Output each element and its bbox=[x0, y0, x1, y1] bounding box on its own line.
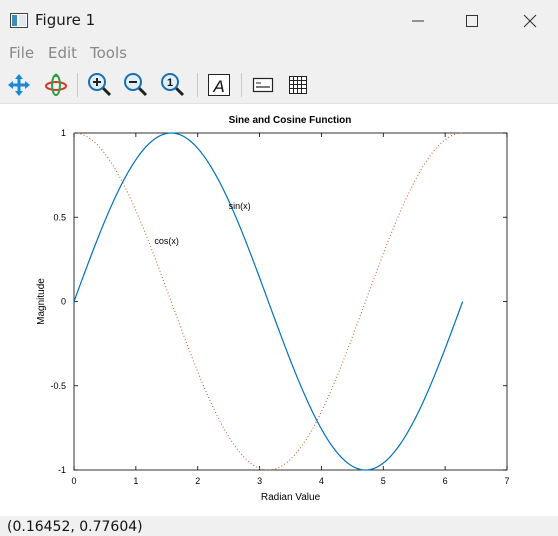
x-tick-label: 2 bbox=[195, 476, 200, 486]
maximize-icon[interactable] bbox=[452, 8, 492, 34]
x-tick-label: 4 bbox=[319, 476, 324, 486]
close-icon[interactable] bbox=[510, 8, 550, 34]
coordinate-readout: (0.16452, 0.77604) bbox=[7, 519, 143, 535]
title-bar: Figure 1 bbox=[0, 0, 558, 41]
y-tick-label: -0.5 bbox=[50, 381, 66, 391]
toolbar-separator bbox=[241, 73, 242, 97]
y-tick-label: 0 bbox=[61, 297, 66, 307]
pan-icon[interactable] bbox=[5, 71, 33, 99]
y-tick-label: 1 bbox=[61, 128, 66, 138]
svg-text:1: 1 bbox=[167, 77, 173, 89]
x-tick-label: 5 bbox=[381, 476, 386, 486]
legend-icon[interactable] bbox=[249, 71, 277, 99]
x-axis-label: Radian Value bbox=[261, 492, 321, 503]
chart-title: Sine and Cosine Function bbox=[229, 115, 352, 126]
axes-box[interactable] bbox=[73, 132, 508, 471]
sin-annotation: sin(x) bbox=[229, 201, 251, 211]
x-tick-label: 7 bbox=[504, 476, 509, 486]
cos-annotation: cos(x) bbox=[154, 236, 179, 246]
window-title: Figure 1 bbox=[35, 11, 96, 29]
x-tick-label: 3 bbox=[257, 476, 262, 486]
y-tick-label: -1 bbox=[58, 465, 66, 475]
y-tick-label: 0.5 bbox=[53, 212, 66, 222]
minimize-icon[interactable] bbox=[398, 8, 438, 34]
menu-edit[interactable]: Edit bbox=[48, 44, 77, 62]
text-icon[interactable]: A bbox=[205, 71, 233, 99]
plot-svg: Sine and Cosine Function 0 1 2 3 4 5 6 7 -1 -0.5 0… bbox=[36, 115, 510, 503]
rotate-icon[interactable] bbox=[42, 71, 70, 99]
status-bar: (0.16452, 0.77604) bbox=[0, 516, 558, 536]
x-tick-label: 6 bbox=[443, 476, 448, 486]
menu-tools[interactable]: Tools bbox=[90, 44, 127, 62]
y-axis-label: Magnitude bbox=[36, 278, 47, 325]
zoom-in-icon[interactable] bbox=[86, 71, 114, 99]
figure-canvas[interactable]: Sine and Cosine Function 0 1 2 3 4 5 6 7 -1 -0.5 0… bbox=[0, 104, 558, 516]
menu-file[interactable]: File bbox=[9, 44, 34, 62]
toolbar-separator bbox=[77, 73, 78, 97]
toolbar: 1 A bbox=[0, 66, 558, 104]
x-tick-label: 1 bbox=[133, 476, 138, 486]
zoom-out-icon[interactable] bbox=[122, 71, 150, 99]
grid-icon[interactable] bbox=[284, 71, 312, 99]
menu-bar: File Edit Tools bbox=[0, 41, 558, 66]
x-tick-label: 0 bbox=[71, 476, 76, 486]
toolbar-separator bbox=[197, 73, 198, 97]
svg-text:A: A bbox=[212, 77, 224, 96]
zoom-reset-icon[interactable]: 1 bbox=[159, 71, 187, 99]
figure-window-icon bbox=[10, 13, 28, 28]
